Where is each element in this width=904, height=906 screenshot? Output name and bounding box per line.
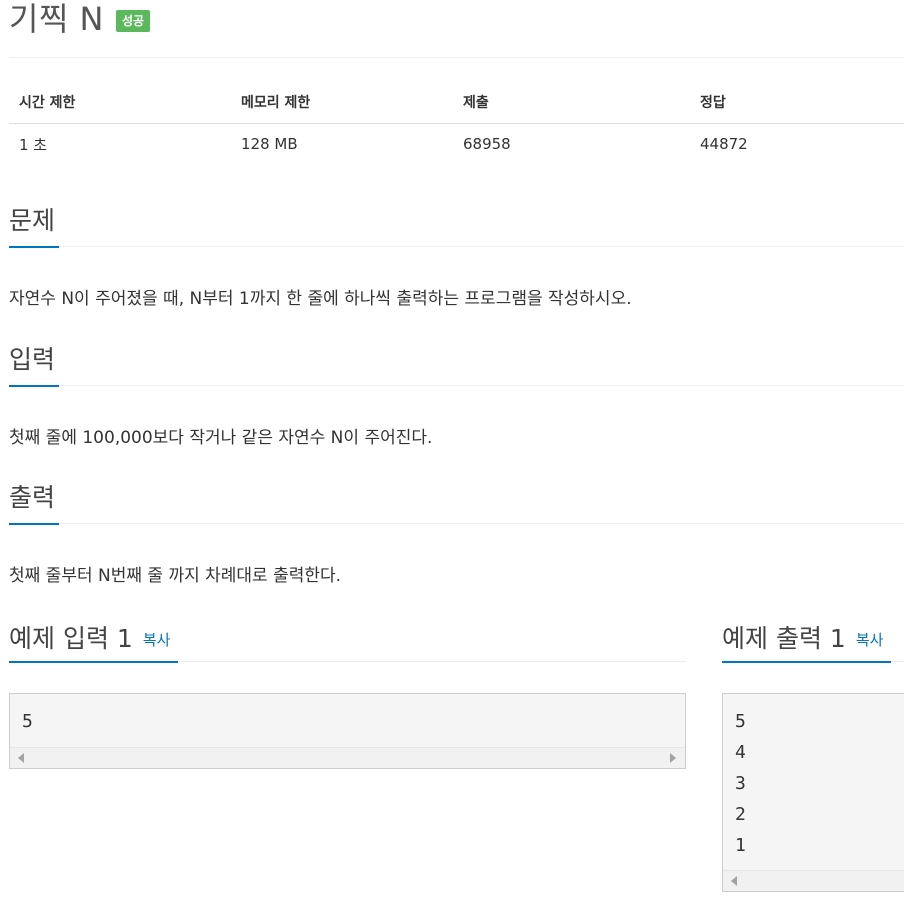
accepted-value: 44872 <box>700 135 748 153</box>
sample-input-content: 5 <box>22 711 33 732</box>
header-accepted: 정답 <box>690 80 904 124</box>
sample-input-header: 예제 입력 1 복사 <box>9 619 170 655</box>
table-row: 1 초 128 MB 68958 44872 <box>9 124 904 165</box>
time-limit-value: 1 초 <box>19 135 48 154</box>
input-text: 첫째 줄에 100,000보다 작거나 같은 자연수 N이 주어진다. <box>9 428 433 448</box>
section-rule <box>9 246 904 247</box>
section-title-description: 문제 <box>9 206 56 235</box>
section-underline <box>722 661 891 663</box>
section-rule <box>9 523 904 524</box>
title-row: 기찍 N 성공 <box>9 0 151 40</box>
section-underline <box>9 246 59 248</box>
section-rule <box>9 385 904 386</box>
section-title-output: 출력 <box>9 483 56 512</box>
memory-limit-value: 128 MB <box>241 135 298 153</box>
horizontal-scrollbar[interactable] <box>723 870 904 891</box>
scroll-right-icon[interactable] <box>670 753 676 763</box>
section-underline <box>9 523 59 525</box>
sample-output-content: 5 4 3 2 1 <box>735 711 746 856</box>
copy-sample-output-link[interactable]: 복사 <box>856 631 884 649</box>
scroll-left-icon[interactable] <box>731 876 737 886</box>
description-text: 자연수 N이 주어졌을 때, N부터 1까지 한 줄에 하나씩 출력하는 프로그… <box>9 289 632 309</box>
section-title-input: 입력 <box>9 345 56 374</box>
header-time-limit: 시간 제한 <box>9 80 231 124</box>
sample-output-title: 예제 출력 1 <box>722 624 846 653</box>
sample-output-header: 예제 출력 1 복사 <box>722 619 883 655</box>
section-underline <box>9 661 178 663</box>
status-badge: 성공 <box>116 10 151 32</box>
title-divider <box>9 57 904 58</box>
problem-info-table: 시간 제한 메모리 제한 제출 정답 1 초 128 MB 68958 4487… <box>9 80 904 164</box>
sample-output-box[interactable]: 5 4 3 2 1 <box>722 693 904 892</box>
copy-sample-input-link[interactable]: 복사 <box>143 631 171 649</box>
page-title: 기찍 N <box>9 0 104 38</box>
sample-input-title: 예제 입력 1 <box>9 624 133 653</box>
submissions-value: 68958 <box>463 135 511 153</box>
horizontal-scrollbar[interactable] <box>10 747 685 768</box>
header-memory-limit: 메모리 제한 <box>231 80 453 124</box>
output-text: 첫째 줄부터 N번째 줄 까지 차례대로 출력한다. <box>9 566 342 586</box>
section-underline <box>9 385 59 387</box>
header-submissions: 제출 <box>453 80 690 124</box>
table-header-row: 시간 제한 메모리 제한 제출 정답 <box>9 80 904 124</box>
scroll-left-icon[interactable] <box>18 753 24 763</box>
sample-input-box[interactable]: 5 <box>9 693 686 769</box>
